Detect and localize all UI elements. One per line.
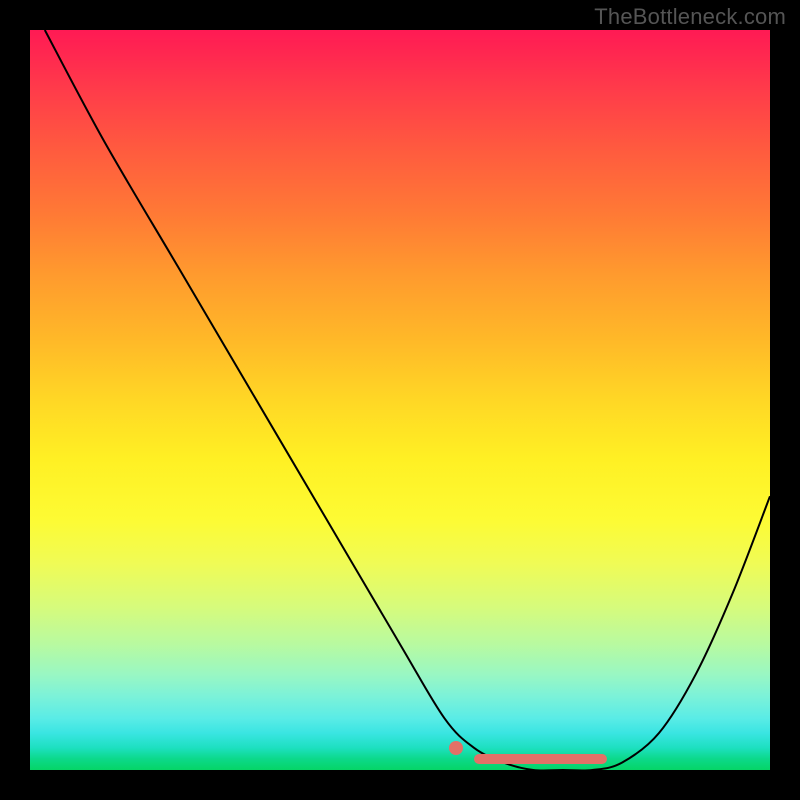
optimal-range-marker xyxy=(474,754,607,764)
plot-area xyxy=(30,30,770,770)
bottleneck-curve xyxy=(30,30,770,770)
watermark-text: TheBottleneck.com xyxy=(594,4,786,30)
optimal-point-marker xyxy=(449,741,463,755)
